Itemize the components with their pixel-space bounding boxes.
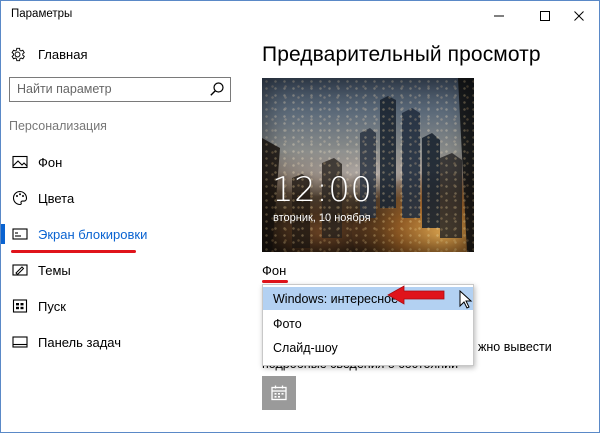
minimize-icon — [494, 15, 504, 16]
minimize-button[interactable] — [479, 1, 519, 30]
dropdown-option-photo[interactable]: Фото — [263, 312, 473, 335]
taskbar-icon — [12, 336, 28, 348]
gear-icon — [11, 47, 25, 61]
title-bar: Параметры — [1, 1, 599, 31]
dropdown-option-slideshow[interactable]: Слайд-шоу — [263, 336, 473, 359]
annotation-arrow-icon — [387, 285, 445, 305]
settings-window: Параметры Главная Найти параметр Персона… — [0, 0, 600, 433]
main-content: Предварительный просмотр 12:00 вторник, … — [241, 31, 599, 432]
search-icon — [210, 82, 224, 96]
sidebar-item-label: Экран блокировки — [38, 226, 148, 242]
annotation-underline-background — [262, 280, 288, 283]
sidebar-item-label: Темы — [38, 262, 71, 278]
close-button[interactable] — [559, 1, 599, 30]
sidebar-item-label: Пуск — [38, 298, 66, 314]
close-icon — [574, 10, 584, 21]
maximize-icon — [540, 10, 550, 21]
window-title: Параметры — [11, 8, 73, 20]
section-header: Персонализация — [9, 119, 107, 133]
background-label: Фон — [262, 263, 287, 278]
sidebar-item-colors[interactable]: Цвета — [1, 185, 241, 211]
mouse-cursor-icon — [459, 290, 473, 309]
lock-screen-icon — [12, 228, 28, 240]
calendar-icon — [271, 385, 287, 401]
status-app-tile[interactable] — [262, 376, 296, 410]
search-input[interactable]: Найти параметр — [9, 77, 231, 102]
active-indicator — [1, 224, 5, 244]
page-title: Предварительный просмотр — [262, 43, 541, 66]
sidebar-item-lock-screen[interactable]: Экран блокировки — [1, 221, 241, 247]
annotation-underline-sidebar — [11, 250, 136, 253]
sidebar: Главная Найти параметр Персонализация Фо… — [1, 31, 241, 432]
palette-icon — [12, 190, 28, 206]
search-placeholder: Найти параметр — [17, 82, 112, 96]
sidebar-item-label: Панель задач — [38, 334, 122, 350]
sidebar-item-themes[interactable]: Темы — [1, 257, 241, 283]
help-text-line1-tail: жно вывести — [478, 340, 552, 354]
sidebar-item-label: Фон — [38, 154, 63, 170]
sidebar-item-taskbar[interactable]: Панель задач — [1, 329, 241, 355]
home-label: Главная — [38, 46, 88, 62]
image-icon — [12, 155, 28, 169]
home-nav-item[interactable]: Главная — [9, 43, 87, 65]
sidebar-item-background[interactable]: Фон — [1, 149, 241, 175]
lock-screen-preview: 12:00 вторник, 10 ноября — [262, 78, 474, 252]
preview-time: 12:00 — [272, 170, 373, 210]
preview-date: вторник, 10 ноября — [273, 212, 371, 224]
start-icon — [12, 299, 28, 313]
sidebar-item-start[interactable]: Пуск — [1, 293, 241, 319]
sidebar-item-label: Цвета — [38, 190, 75, 206]
themes-icon — [12, 264, 28, 276]
